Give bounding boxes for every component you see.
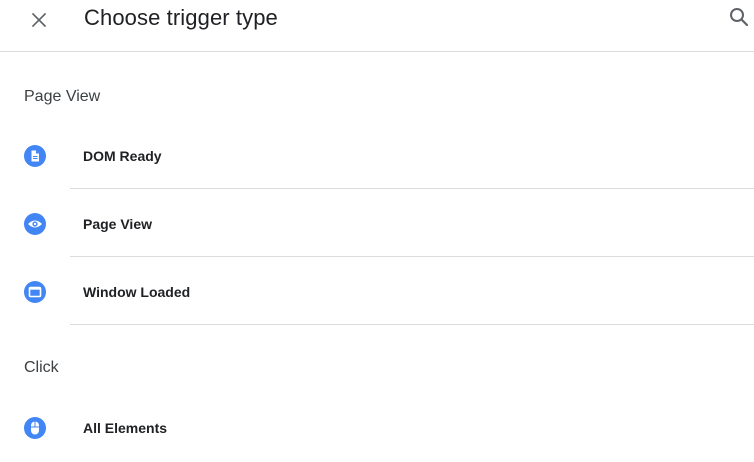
divider	[70, 256, 754, 257]
trigger-item-dom-ready[interactable]: DOM Ready	[0, 122, 754, 190]
trigger-item-label: DOM Ready	[83, 148, 162, 164]
trigger-item-label: All Elements	[83, 420, 168, 436]
divider	[70, 188, 754, 189]
dialog-title: Choose trigger type	[84, 5, 278, 30]
close-icon	[31, 12, 47, 28]
window-icon	[24, 281, 46, 303]
trigger-item-label: Window Loaded	[83, 284, 191, 300]
eye-icon	[24, 213, 46, 235]
divider	[70, 324, 754, 325]
trigger-item-all-elements[interactable]: All Elements	[0, 394, 754, 462]
trigger-item-window-loaded[interactable]: Window Loaded	[0, 258, 754, 326]
document-icon	[24, 145, 46, 167]
section-heading-click: Click	[24, 359, 59, 376]
close-button[interactable]	[26, 7, 52, 33]
search-button[interactable]	[726, 4, 752, 30]
section-heading-page-view: Page View	[24, 88, 101, 105]
dialog-header: Choose trigger type	[0, 0, 754, 52]
trigger-item-page-view[interactable]: Page View	[0, 190, 754, 258]
mouse-icon	[24, 417, 46, 439]
trigger-item-label: Page View	[83, 216, 153, 232]
search-icon	[730, 8, 749, 27]
